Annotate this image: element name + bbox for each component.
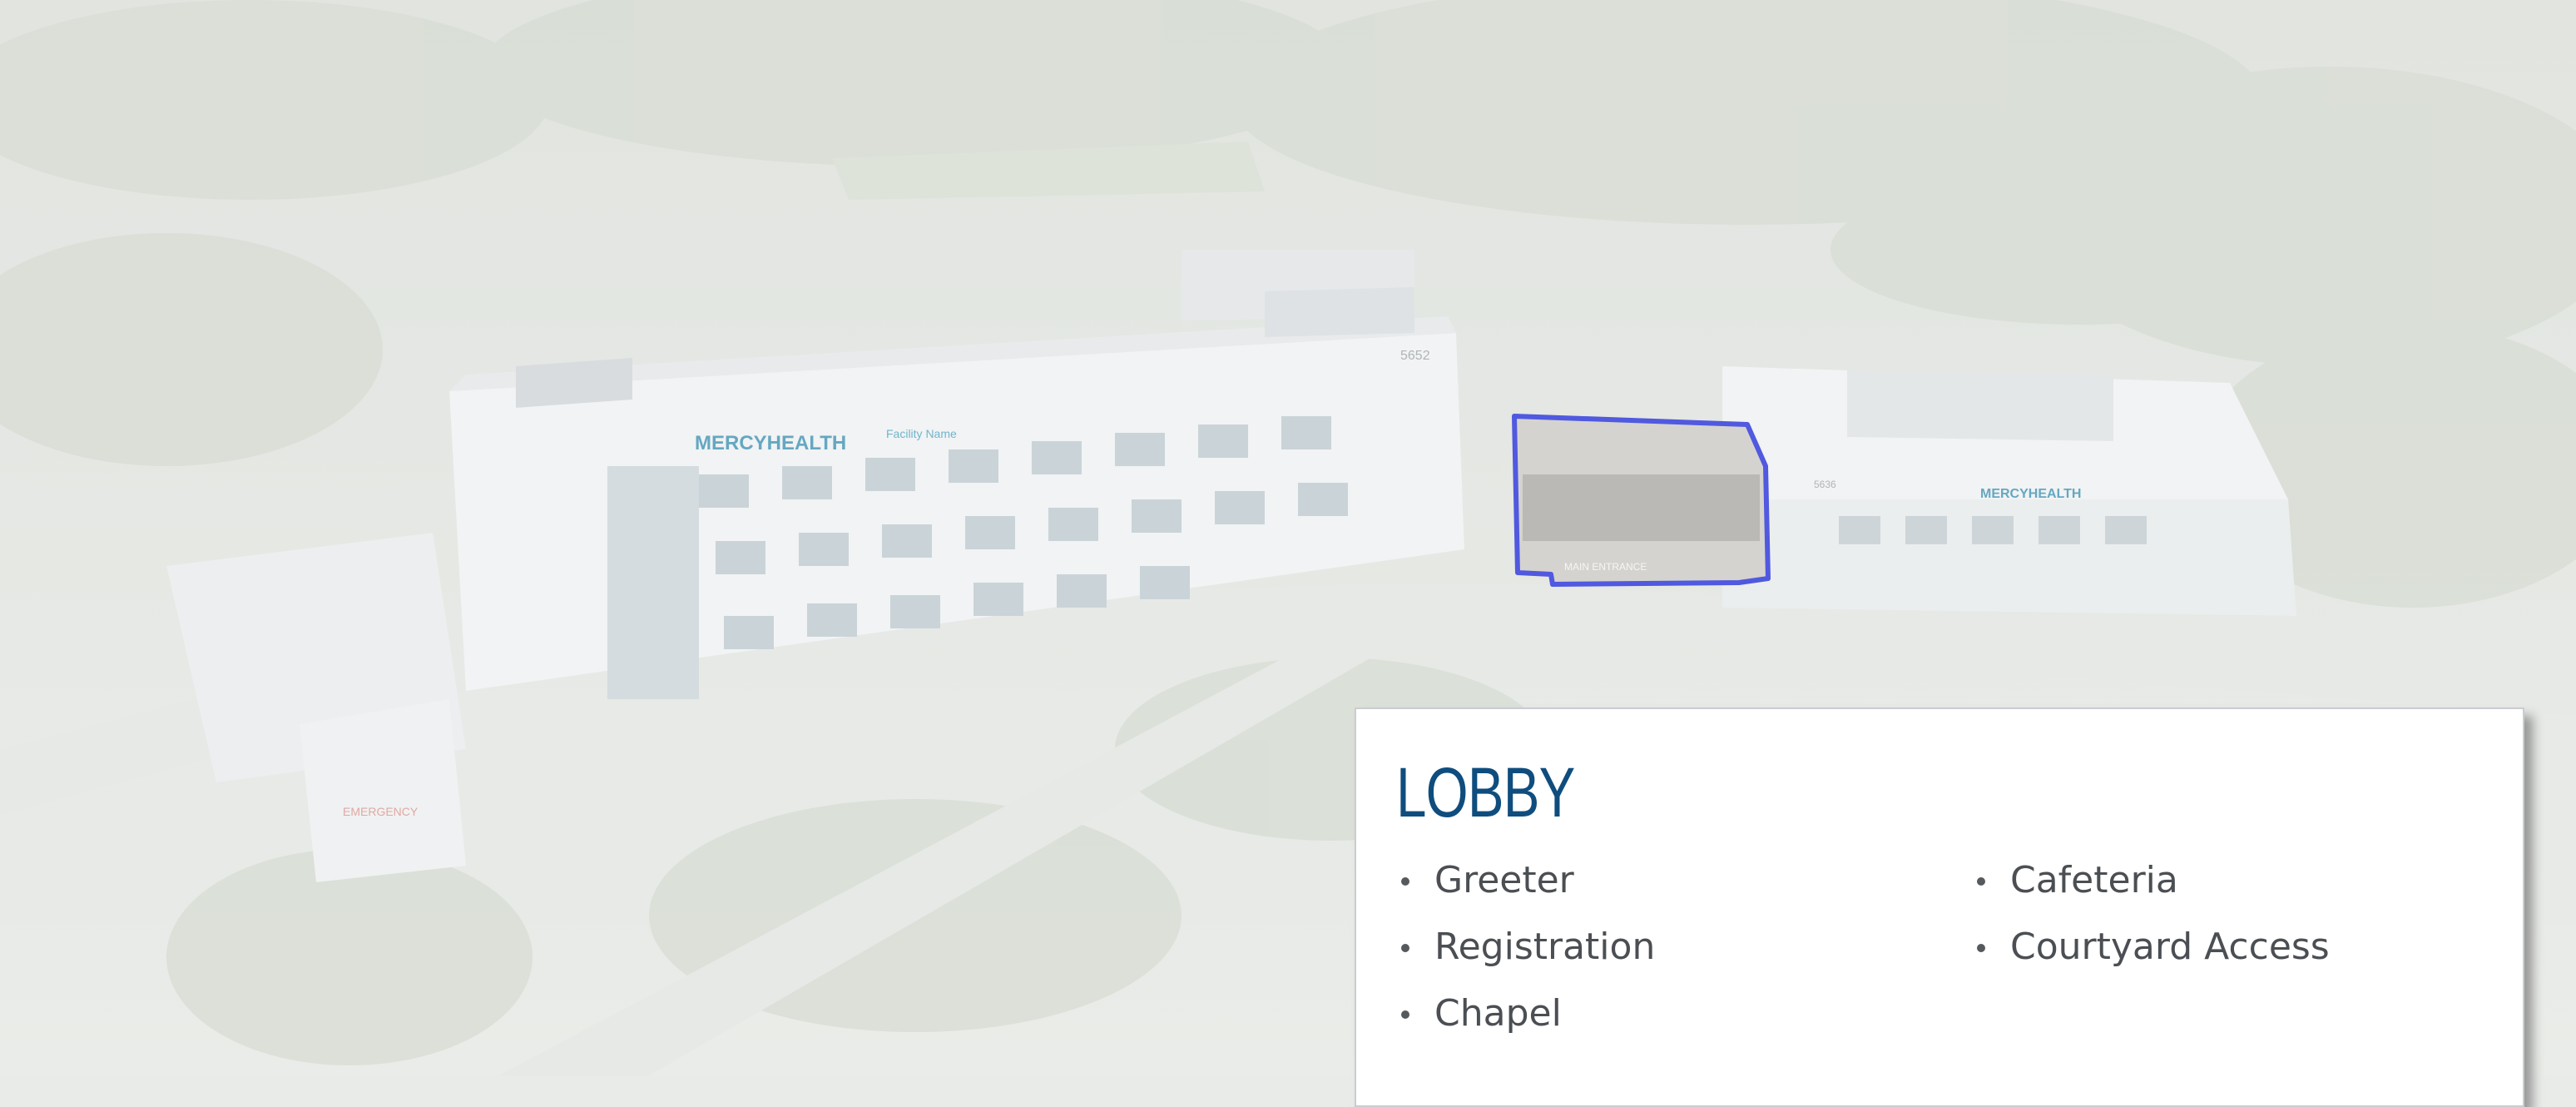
card-title: LOBBY <box>1396 753 1575 831</box>
list-item: Greeter <box>1396 856 1655 922</box>
list-item: Registration <box>1396 922 1655 989</box>
lobby-info-card: LOBBY Greeter Registration Chapel Cafete… <box>1355 707 2524 1107</box>
list-item: Courtyard Access <box>1972 922 2330 989</box>
amenity-list-left: Greeter Registration Chapel <box>1396 856 1655 1055</box>
list-item: Cafeteria <box>1972 856 2330 922</box>
amenity-list-right: Cafeteria Courtyard Access <box>1972 856 2330 989</box>
list-item: Chapel <box>1396 989 1655 1055</box>
